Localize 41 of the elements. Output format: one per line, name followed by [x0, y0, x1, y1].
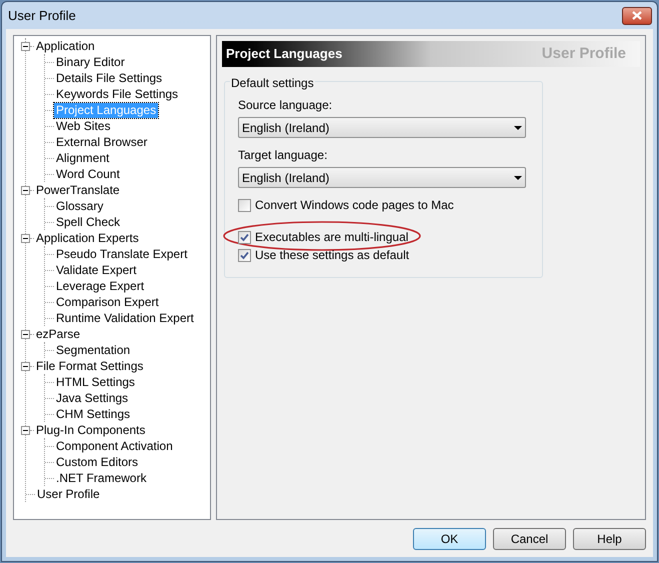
language-dropdown[interactable]: English (Ireland)	[238, 117, 526, 138]
tree-item[interactable]: User Profile	[35, 486, 102, 502]
dialog-button[interactable]: OK	[413, 528, 486, 550]
tree-item[interactable]: .NET Framework	[54, 470, 148, 486]
tree-item[interactable]: Segmentation	[54, 342, 132, 358]
tree-item[interactable]: External Browser	[54, 134, 150, 150]
tree-item[interactable]: Application Experts	[34, 230, 141, 246]
tree-item[interactable]: Word Count	[54, 166, 122, 182]
panel-subtitle: User Profile	[542, 44, 626, 64]
tree-item[interactable]: Details File Settings	[54, 70, 164, 86]
tree-item[interactable]: Spell Check	[54, 214, 122, 230]
checkbox-label: Use these settings as default	[255, 247, 410, 264]
tree-item[interactable]: Alignment	[54, 150, 112, 166]
language-dropdown[interactable]: English (Ireland)	[238, 167, 526, 188]
tree-item[interactable]: Validate Expert	[54, 262, 138, 278]
window-title: User Profile	[8, 6, 76, 25]
panel-heading: Project Languages	[226, 45, 342, 64]
dialog-button[interactable]: Cancel	[493, 528, 566, 550]
tree-item[interactable]: Java Settings	[54, 390, 130, 406]
tree-item[interactable]: CHM Settings	[54, 406, 132, 422]
tree-item[interactable]: Component Activation	[54, 438, 175, 454]
tree-item[interactable]: Pseudo Translate Expert	[54, 246, 190, 262]
tree-item[interactable]: Leverage Expert	[54, 278, 146, 294]
tree-item[interactable]: HTML Settings	[54, 374, 137, 390]
checkbox-label: Convert Windows code pages to Mac	[255, 197, 454, 214]
tree-item[interactable]: ezParse	[34, 326, 82, 342]
field-label: Target language:	[238, 147, 328, 164]
tree-item[interactable]: Plug-In Components	[34, 422, 148, 438]
tree-item[interactable]: Runtime Validation Expert	[54, 310, 196, 326]
tree-item[interactable]: Comparison Expert	[54, 294, 161, 310]
tree-item[interactable]: PowerTranslate	[34, 182, 122, 198]
checkbox-label: Executables are multi-lingual	[255, 229, 408, 246]
tree-item[interactable]: Application	[34, 38, 97, 54]
tree-item[interactable]: File Format Settings	[34, 358, 146, 374]
tree-item[interactable]: Binary Editor	[54, 54, 127, 70]
tree-item[interactable]: Custom Editors	[54, 454, 140, 470]
field-label: Source language:	[238, 97, 334, 114]
dialog-button[interactable]: Help	[573, 528, 646, 550]
tree-item[interactable]: Web Sites	[54, 118, 112, 134]
tree-item[interactable]: Glossary	[54, 198, 106, 214]
tree-item[interactable]: Keywords File Settings	[54, 86, 180, 102]
